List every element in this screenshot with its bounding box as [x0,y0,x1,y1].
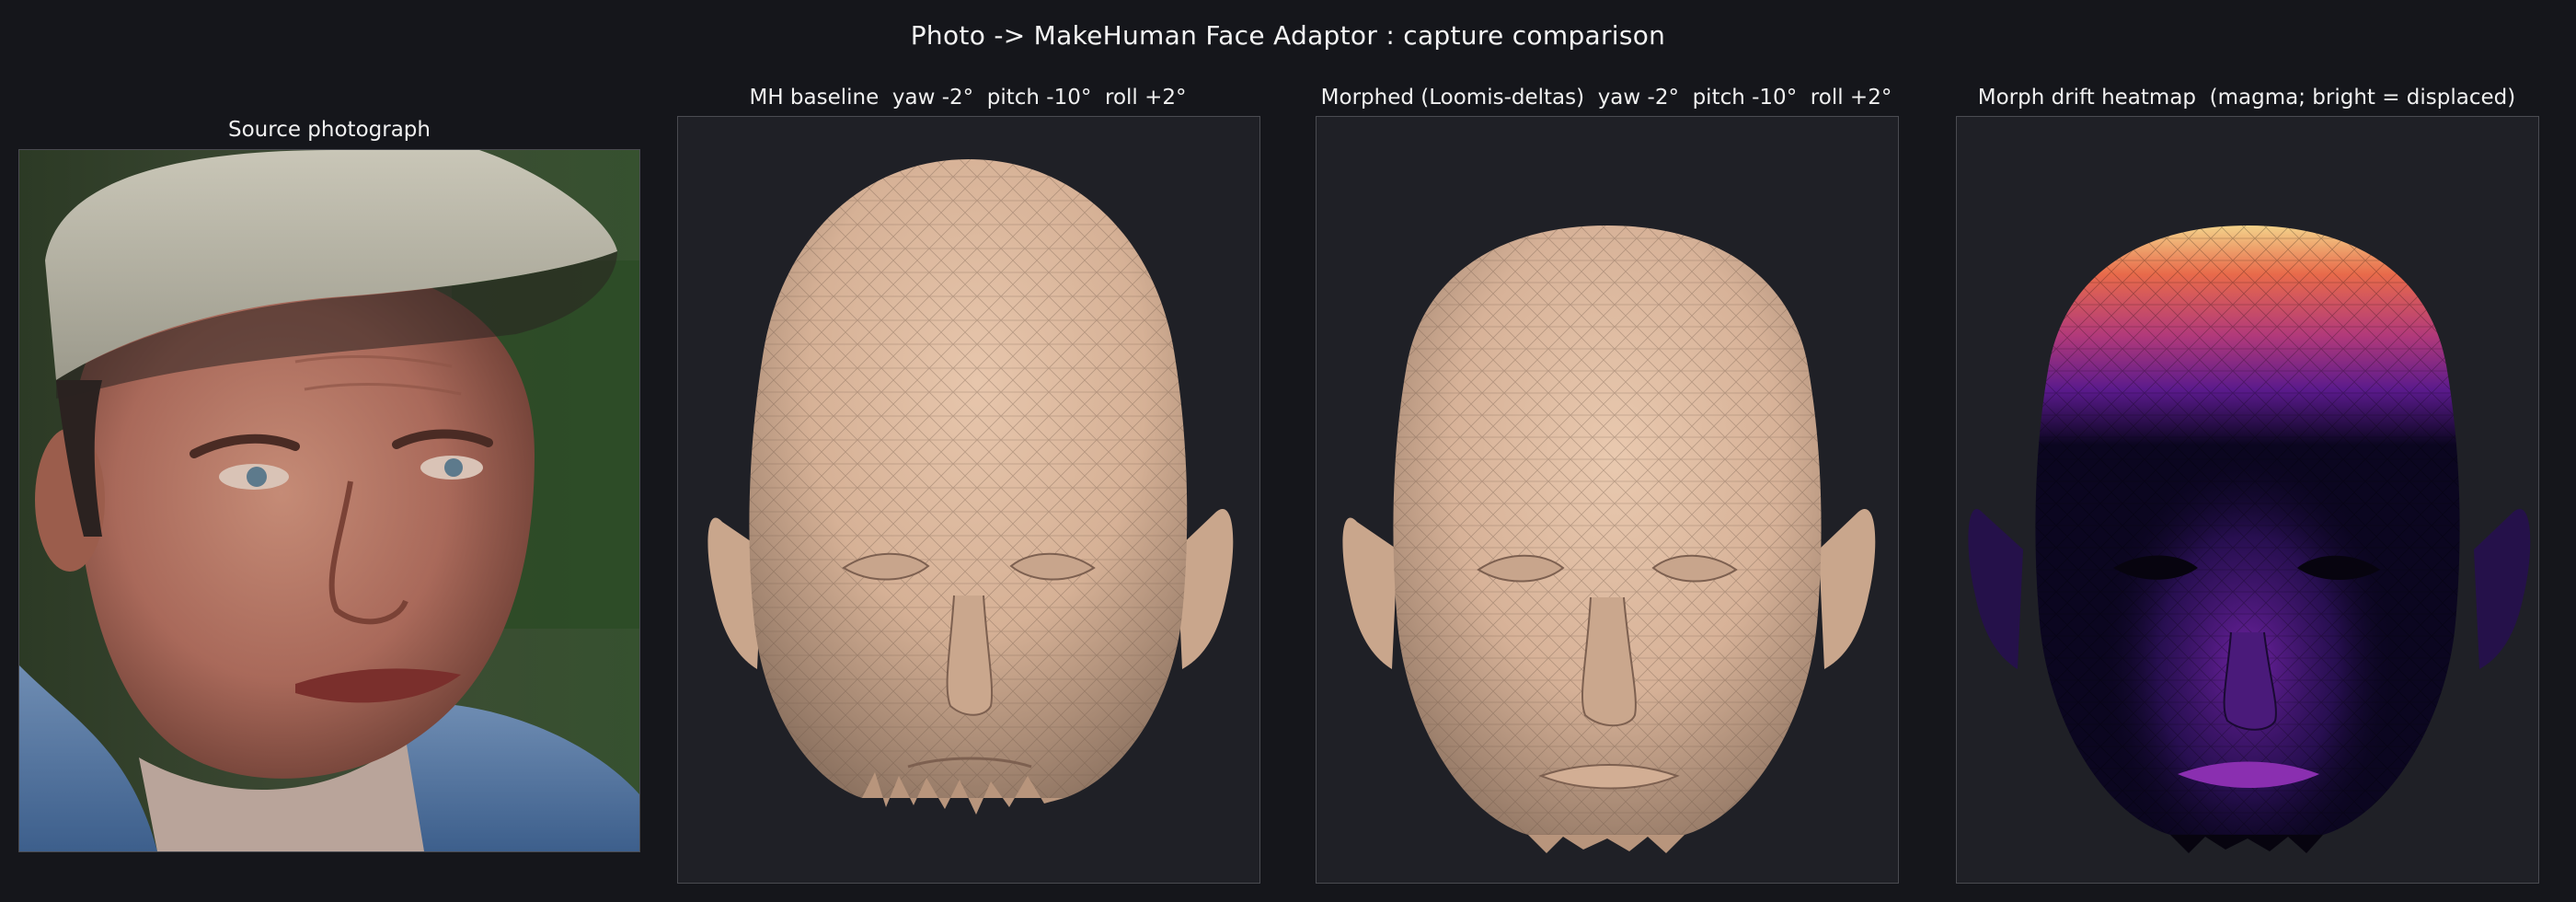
baseline-caption: MH baseline yaw -2° pitch -10° roll +2° [749,86,1187,110]
morphed-mesh-panel [1316,116,1899,884]
drift-heatmap-panel [1956,116,2539,884]
baseline-head-mesh [707,159,1234,815]
morphed-head-mesh [1342,226,1876,853]
source-photograph [18,149,640,852]
baseline-mesh-panel [677,116,1260,884]
drift-heatmap-mesh [1968,226,2531,853]
figure-canvas: Photo -> MakeHuman Face Adaptor : captur… [0,0,2576,902]
morphed-caption: Morphed (Loomis-deltas) yaw -2° pitch -1… [1320,86,1892,110]
photo-caption: Source photograph [228,118,431,142]
heatmap-caption: Morph drift heatmap (magma; bright = dis… [1977,86,2516,110]
figure-title: Photo -> MakeHuman Face Adaptor : captur… [910,20,1666,51]
photo-illustration [19,150,639,851]
